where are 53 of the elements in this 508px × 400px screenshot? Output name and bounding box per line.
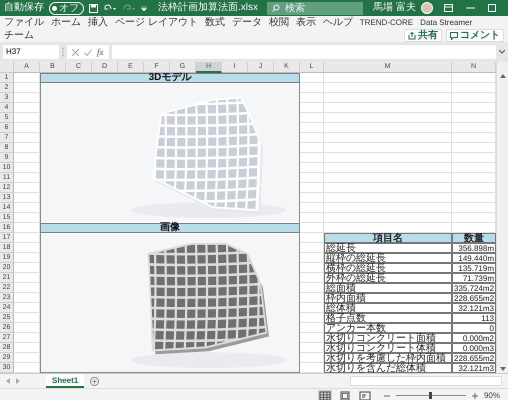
section-header: 画像 <box>40 223 300 233</box>
table-cell: 32.121m3 <box>452 303 496 313</box>
insert-function-button[interactable]: fx <box>97 47 104 57</box>
table-cell: 水切りコンクリート面積 <box>324 333 452 343</box>
ribbon-tab[interactable]: 挿入 <box>88 17 108 29</box>
ribbon-tab[interactable]: TREND-CORE <box>360 17 414 29</box>
table-cell: 149.440m <box>452 253 496 263</box>
share-button[interactable]: 共有 <box>404 29 442 42</box>
table-cell: 総体積 <box>324 303 452 313</box>
ribbon-tab[interactable]: 表示 <box>296 17 316 29</box>
table-cell: 0.000m3 <box>452 343 496 353</box>
table-cell: 228.655m2 <box>452 293 496 303</box>
table-cell: 水切りコンクリート体積 <box>324 343 452 353</box>
table-header-cell: 項目名 <box>324 233 452 243</box>
table-cell: 外枠の総延長 <box>324 273 452 283</box>
ribbon-tab[interactable]: 校閲 <box>268 17 289 29</box>
table-cell: 113 <box>452 313 496 323</box>
zoom-level[interactable]: 90% <box>484 391 500 400</box>
ribbon-tab[interactable]: ページ レイアウト <box>115 17 198 29</box>
table-cell: 縦枠の総延長 <box>324 253 452 263</box>
table-cell: 356.898m <box>452 243 496 253</box>
ribbon-tab[interactable]: ヘルプ <box>322 17 353 29</box>
table-cell: 格子点数 <box>324 313 452 323</box>
search-field[interactable]: 検索 <box>267 2 363 14</box>
table-cell: 水切りを含んだ総体積 <box>324 363 452 373</box>
table-cell: 0 <box>452 323 496 333</box>
ribbon-tab[interactable]: ホーム <box>51 17 81 29</box>
sheet-tab[interactable]: Sheet1 <box>46 374 84 388</box>
table-cell: 135.719m <box>452 263 496 273</box>
table-cell: 335.724m2 <box>452 283 496 293</box>
ribbon-tab[interactable]: Data Streamer <box>420 17 472 29</box>
table-cell: 0.000m2 <box>452 333 496 343</box>
ribbon-tab[interactable]: 数式 <box>204 17 225 29</box>
ribbon-tab[interactable]: データ <box>232 17 262 29</box>
table-header-cell: 数量 <box>452 233 496 243</box>
autosave-toggle[interactable]: オフ <box>49 2 84 14</box>
table-cell: 水切りを考慮した枠内面積 <box>324 353 452 363</box>
table-cell: 総面積 <box>324 283 452 293</box>
comment-button[interactable]: コメント <box>446 29 504 42</box>
file-name: 法枠計画加算法面.xlsx <box>158 2 258 14</box>
table-cell: アンカー本数 <box>324 323 452 333</box>
table-cell: 横枠の総延長 <box>324 263 452 273</box>
table-cell: 32.121m3 <box>452 363 496 373</box>
ribbon-tab[interactable]: ファイル <box>4 17 44 29</box>
ribbon-tab[interactable]: チーム <box>4 30 34 42</box>
table-cell: 228.655m2 <box>452 353 496 363</box>
name-box[interactable]: H37 <box>3 45 59 59</box>
user-name: 馬場 富夫 <box>373 2 416 14</box>
autosave-label: 自動保存 <box>4 2 44 14</box>
table-cell: 71.739m <box>452 273 496 283</box>
table-cell: 枠内面積 <box>324 293 452 303</box>
table-cell: 総延長 <box>324 243 452 253</box>
section-header: 3Dモデル <box>40 73 300 83</box>
